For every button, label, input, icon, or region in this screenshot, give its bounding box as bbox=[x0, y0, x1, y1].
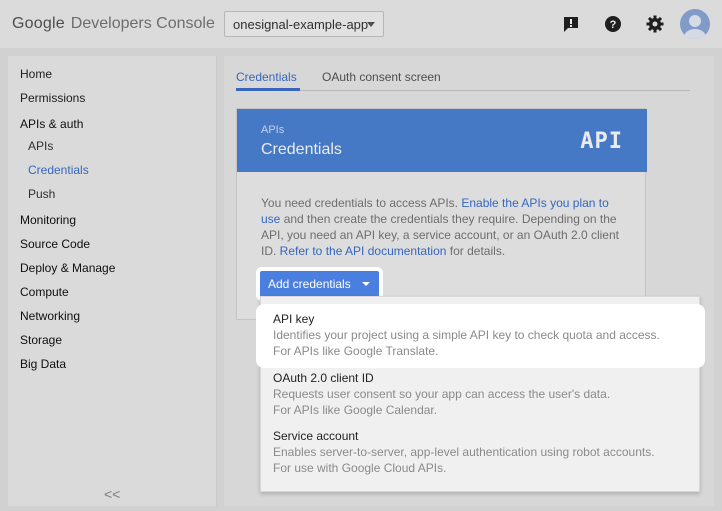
feedback-icon[interactable] bbox=[562, 15, 580, 33]
menu-item-oauth-client-id[interactable]: OAuth 2.0 client ID Requests user consen… bbox=[273, 370, 693, 418]
top-bar: Google Developers Console onesignal-exam… bbox=[0, 0, 722, 48]
card-description: You need credentials to access APIs. Ena… bbox=[261, 195, 626, 259]
active-tab-indicator bbox=[236, 88, 300, 91]
account-avatar[interactable] bbox=[680, 9, 710, 39]
product-name: Developers Console bbox=[70, 15, 215, 32]
sidebar-item-networking[interactable]: Networking bbox=[20, 309, 80, 323]
api-docs-link[interactable]: Refer to the API documentation bbox=[280, 244, 447, 258]
tab-oauth-consent[interactable]: OAuth consent screen bbox=[322, 70, 441, 84]
card-title: Credentials bbox=[261, 141, 342, 158]
sidebar-item-deploy-manage[interactable]: Deploy & Manage bbox=[20, 261, 115, 275]
menu-item-desc: For use with Google Cloud APIs. bbox=[273, 461, 447, 475]
sidebar-item-storage[interactable]: Storage bbox=[20, 333, 62, 347]
sidebar-item-compute[interactable]: Compute bbox=[20, 285, 69, 299]
menu-item-desc: Identifies your project using a simple A… bbox=[273, 328, 660, 342]
menu-item-title: OAuth 2.0 client ID bbox=[273, 371, 374, 385]
person-icon bbox=[684, 15, 706, 39]
sidebar-item-push[interactable]: Push bbox=[28, 187, 55, 201]
chevron-down-icon bbox=[367, 22, 375, 27]
project-name: onesignal-example-app bbox=[233, 16, 369, 32]
menu-item-desc: For APIs like Google Calendar. bbox=[273, 403, 438, 417]
tab-credentials[interactable]: Credentials bbox=[236, 70, 297, 84]
sidebar-item-credentials[interactable]: Credentials bbox=[28, 163, 89, 177]
sidebar-item-monitoring[interactable]: Monitoring bbox=[20, 213, 76, 227]
api-badge: API bbox=[580, 129, 623, 154]
caret-down-icon bbox=[362, 282, 370, 286]
help-icon[interactable]: ? bbox=[604, 15, 622, 33]
svg-text:?: ? bbox=[610, 19, 617, 31]
sidebar-item-apis[interactable]: APIs bbox=[28, 139, 53, 153]
gear-icon[interactable] bbox=[646, 15, 664, 33]
card-kicker: APIs bbox=[261, 124, 285, 136]
menu-item-api-key[interactable]: API key Identifies your project using a … bbox=[273, 311, 693, 359]
sidebar-item-permissions[interactable]: Permissions bbox=[20, 91, 85, 105]
console-logo[interactable]: Google Developers Console bbox=[12, 15, 215, 33]
menu-item-desc: Requests user consent so your app can ac… bbox=[273, 387, 611, 401]
tab-bar: Credentials OAuth consent screen bbox=[236, 68, 690, 91]
collapse-sidebar-icon[interactable]: << bbox=[104, 486, 120, 502]
menu-item-title: Service account bbox=[273, 429, 359, 443]
menu-item-desc: For APIs like Google Translate. bbox=[273, 344, 439, 358]
add-credentials-button[interactable]: Add credentials bbox=[260, 271, 379, 297]
project-selector[interactable]: onesignal-example-app bbox=[224, 11, 384, 37]
menu-item-desc: Enables server-to-server, app-level auth… bbox=[273, 445, 655, 459]
desc-text-1: You need credentials to access APIs. bbox=[261, 196, 462, 210]
google-logo-text: Google bbox=[12, 15, 65, 32]
sidebar-item-big-data[interactable]: Big Data bbox=[20, 357, 66, 371]
add-credentials-label: Add credentials bbox=[268, 277, 351, 291]
menu-item-title: API key bbox=[273, 312, 315, 326]
desc-text-3: for details. bbox=[446, 244, 506, 258]
card-header: APIs Credentials API bbox=[237, 109, 647, 172]
sidebar-item-home[interactable]: Home bbox=[20, 67, 52, 81]
sidebar-nav: Home Permissions APIs & auth APIs Creden… bbox=[8, 56, 217, 506]
sidebar-item-apis-auth[interactable]: APIs & auth bbox=[20, 117, 83, 131]
sidebar-item-source-code[interactable]: Source Code bbox=[20, 237, 90, 251]
menu-item-service-account[interactable]: Service account Enables server-to-server… bbox=[273, 428, 693, 476]
